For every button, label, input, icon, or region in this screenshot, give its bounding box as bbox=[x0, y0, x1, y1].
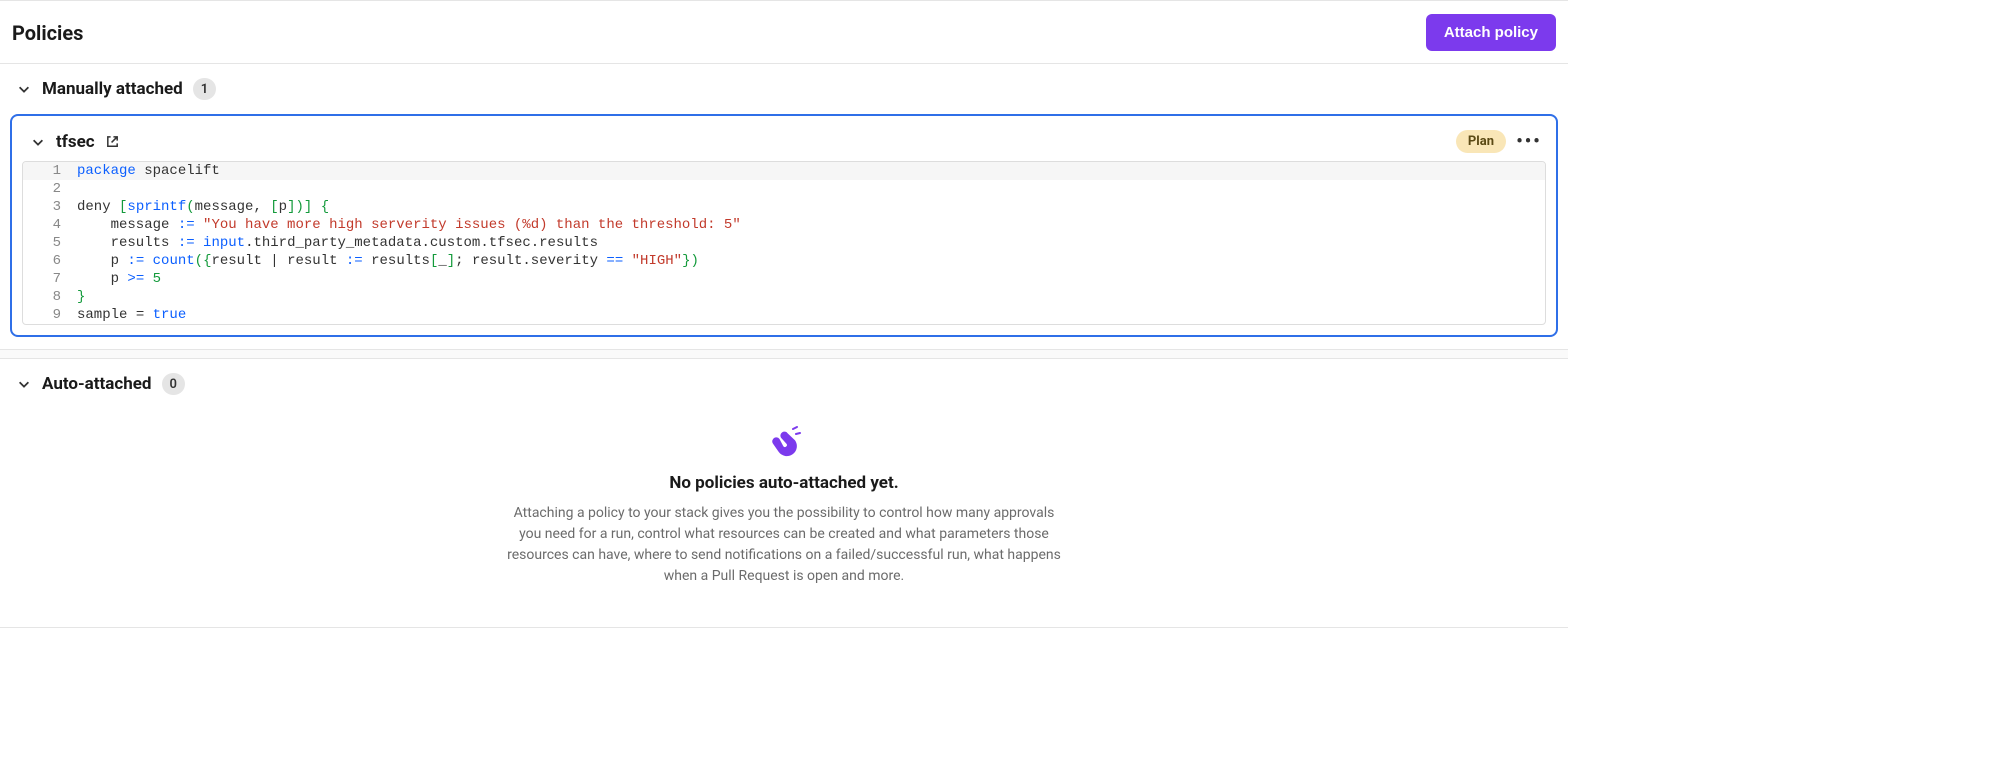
code-content: message := "You have more high serverity… bbox=[77, 216, 741, 234]
policy-card-header: tfsec Plan ••• bbox=[22, 126, 1546, 161]
empty-state-title: No policies auto-attached yet. bbox=[669, 473, 898, 493]
page-header: Policies Attach policy bbox=[0, 1, 1568, 64]
magnet-icon bbox=[767, 425, 801, 459]
manual-section-header[interactable]: Manually attached 1 bbox=[0, 64, 1568, 112]
line-number: 8 bbox=[23, 288, 77, 306]
chevron-down-icon bbox=[16, 376, 32, 392]
code-line: 1package spacelift bbox=[23, 162, 1545, 180]
more-menu-button[interactable]: ••• bbox=[1518, 131, 1540, 153]
chevron-down-icon[interactable] bbox=[30, 134, 46, 150]
auto-section-title: Auto-attached bbox=[42, 374, 152, 394]
code-content: p := count({result | result := results[_… bbox=[77, 252, 699, 270]
code-line: 2 bbox=[23, 180, 1545, 198]
line-number: 2 bbox=[23, 180, 77, 198]
code-line: 4 message := "You have more high serveri… bbox=[23, 216, 1545, 234]
code-content: results := input.third_party_metadata.cu… bbox=[77, 234, 598, 252]
plan-badge: Plan bbox=[1456, 130, 1506, 153]
code-content: p >= 5 bbox=[77, 270, 161, 288]
auto-section-header[interactable]: Auto-attached 0 bbox=[0, 359, 1568, 407]
code-content: sample = true bbox=[77, 306, 186, 324]
policy-card: tfsec Plan ••• 1package spacelift23deny … bbox=[10, 114, 1558, 337]
manual-section-title: Manually attached bbox=[42, 79, 183, 99]
section-divider bbox=[0, 349, 1568, 359]
code-line: 6 p := count({result | result := results… bbox=[23, 252, 1545, 270]
code-line: 3deny [sprintf(message, [p])] { bbox=[23, 198, 1545, 216]
code-line: 8} bbox=[23, 288, 1545, 306]
line-number: 7 bbox=[23, 270, 77, 288]
line-number: 5 bbox=[23, 234, 77, 252]
code-line: 7 p >= 5 bbox=[23, 270, 1545, 288]
page-title: Policies bbox=[12, 21, 83, 45]
line-number: 1 bbox=[23, 162, 77, 180]
code-content: package spacelift bbox=[77, 162, 220, 180]
code-content: } bbox=[77, 288, 85, 306]
code-content: deny [sprintf(message, [p])] { bbox=[77, 198, 329, 216]
manual-count-badge: 1 bbox=[193, 78, 216, 100]
policy-name: tfsec bbox=[56, 132, 95, 152]
external-link-icon[interactable] bbox=[105, 134, 121, 150]
empty-state: No policies auto-attached yet. Attaching… bbox=[0, 407, 1568, 627]
chevron-down-icon bbox=[16, 81, 32, 97]
auto-count-badge: 0 bbox=[162, 373, 185, 395]
line-number: 3 bbox=[23, 198, 77, 216]
empty-state-description: Attaching a policy to your stack gives y… bbox=[504, 503, 1064, 587]
line-number: 6 bbox=[23, 252, 77, 270]
line-number: 4 bbox=[23, 216, 77, 234]
code-line: 9sample = true bbox=[23, 306, 1545, 324]
code-line: 5 results := input.third_party_metadata.… bbox=[23, 234, 1545, 252]
line-number: 9 bbox=[23, 306, 77, 324]
attach-policy-button[interactable]: Attach policy bbox=[1426, 14, 1556, 51]
code-editor: 1package spacelift23deny [sprintf(messag… bbox=[22, 161, 1546, 325]
